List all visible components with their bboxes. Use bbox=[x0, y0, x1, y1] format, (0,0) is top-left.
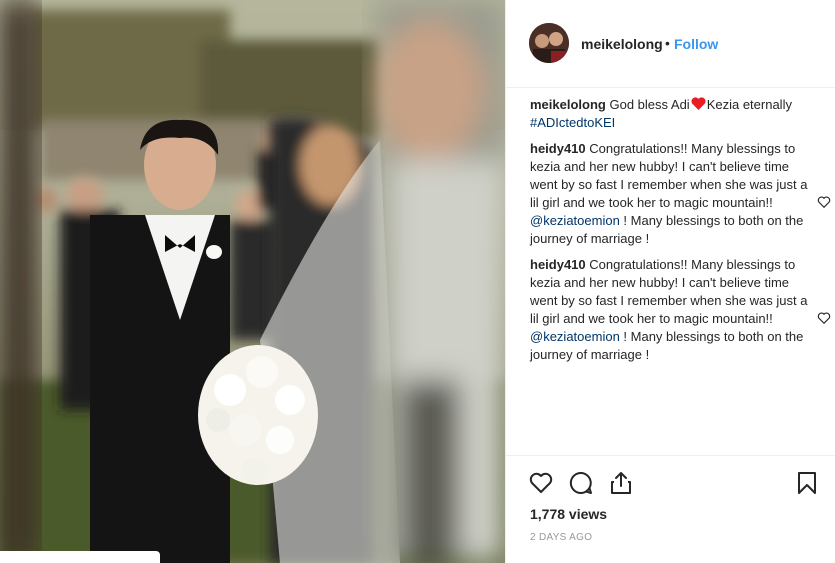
bookmark-icon[interactable] bbox=[794, 470, 820, 496]
video-overlay-bar bbox=[0, 551, 160, 563]
post-actions: 1,778 views 2 DAYS AGO bbox=[506, 455, 835, 563]
share-icon[interactable] bbox=[608, 470, 634, 496]
post-details-panel: meikelolong • Follow meikelolong God ble… bbox=[505, 0, 835, 563]
caption: meikelolong God bless Adi Kezia eternally… bbox=[530, 96, 815, 132]
author-username[interactable]: meikelolong bbox=[581, 36, 663, 52]
view-count[interactable]: 1,778 views bbox=[530, 506, 607, 522]
like-comment-icon[interactable] bbox=[817, 311, 831, 325]
comment-username[interactable]: heidy410 bbox=[530, 141, 586, 156]
comments-list: meikelolong God bless Adi Kezia eternally… bbox=[530, 96, 831, 372]
post-header: meikelolong • Follow bbox=[506, 0, 835, 88]
separator-dot: • bbox=[665, 35, 670, 51]
follow-button[interactable]: Follow bbox=[674, 36, 718, 52]
avatar[interactable] bbox=[529, 23, 569, 63]
heart-emoji bbox=[691, 97, 706, 110]
comment-username[interactable]: heidy410 bbox=[530, 257, 586, 272]
caption-text: God bless Adi bbox=[605, 97, 690, 112]
caption-username[interactable]: meikelolong bbox=[530, 97, 606, 112]
caption-hashtag[interactable]: #ADIctedtoKEI bbox=[530, 115, 615, 130]
wedding-video-frame bbox=[0, 0, 505, 563]
avatar-image bbox=[529, 23, 569, 63]
comment-icon[interactable] bbox=[568, 470, 594, 496]
post-video[interactable] bbox=[0, 0, 505, 563]
post-date[interactable]: 2 DAYS AGO bbox=[530, 532, 592, 543]
comment-mention[interactable]: @keziatoemion bbox=[530, 213, 620, 228]
like-comment-icon[interactable] bbox=[817, 195, 831, 209]
caption-text-end: Kezia eternally bbox=[706, 97, 792, 112]
heart-icon[interactable] bbox=[528, 470, 554, 496]
comment-item: heidy410 Congratulations!! Many blessing… bbox=[530, 256, 831, 364]
comment-mention[interactable]: @keziatoemion bbox=[530, 329, 620, 344]
comment-item: heidy410 Congratulations!! Many blessing… bbox=[530, 140, 831, 248]
